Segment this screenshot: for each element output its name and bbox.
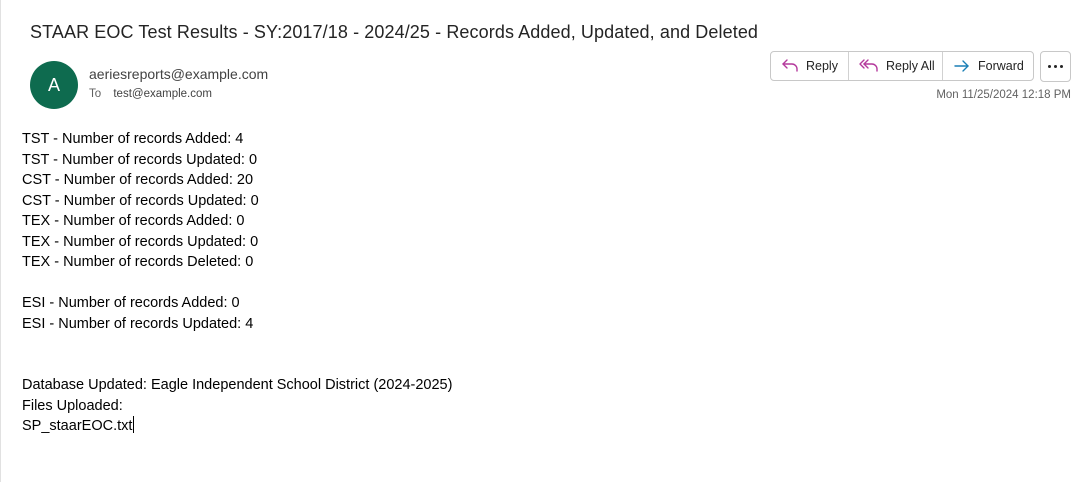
body-line: ESI - Number of records Updated: 4 bbox=[22, 315, 254, 332]
sender-address[interactable]: aeriesreports@example.com bbox=[89, 66, 268, 82]
body-line: TST - Number of records Updated: 0 bbox=[22, 151, 258, 168]
body-line: TEX - Number of records Updated: 0 bbox=[22, 233, 259, 250]
reply-all-icon bbox=[859, 58, 879, 74]
body-line: ESI - Number of records Added: 0 bbox=[22, 295, 240, 311]
email-subject: STAAR EOC Test Results - SY:2017/18 - 20… bbox=[30, 22, 759, 42]
reply-all-label: Reply All bbox=[886, 59, 935, 73]
email-reading-pane: STAAR EOC Test Results - SY:2017/18 - 20… bbox=[0, 0, 1089, 482]
forward-label: Forward bbox=[978, 59, 1024, 73]
reply-label: Reply bbox=[806, 59, 838, 73]
attachment-filename: SP_staarEOC.txt bbox=[22, 418, 133, 434]
forward-button[interactable]: Forward bbox=[943, 52, 1033, 80]
reply-button[interactable]: Reply bbox=[771, 52, 849, 80]
sender-avatar[interactable]: A bbox=[30, 61, 78, 109]
more-horizontal-icon bbox=[1048, 65, 1051, 68]
body-line-with-caret: SP_staarEOC.txt bbox=[22, 416, 452, 437]
message-body[interactable]: TST - Number of records Added: 4 TST - N… bbox=[22, 129, 452, 437]
body-line: CST - Number of records Updated: 0 bbox=[22, 192, 259, 209]
recipient-address[interactable]: test@example.com bbox=[113, 88, 212, 100]
reply-icon bbox=[781, 58, 799, 74]
reply-all-button[interactable]: Reply All bbox=[849, 52, 943, 80]
recipient-line: To test@example.com bbox=[89, 88, 212, 100]
message-timestamp: Mon 11/25/2024 12:18 PM bbox=[936, 89, 1071, 101]
body-line: CST - Number of records Added: 20 bbox=[22, 172, 254, 188]
body-line: Database Updated: Eagle Independent Scho… bbox=[22, 377, 453, 393]
body-line: TEX - Number of records Added: 0 bbox=[22, 213, 245, 229]
body-line: TEX - Number of records Deleted: 0 bbox=[22, 254, 254, 270]
body-line: TST - Number of records Added: 4 bbox=[22, 131, 244, 147]
text-caret bbox=[133, 416, 135, 433]
forward-icon bbox=[953, 58, 971, 74]
to-label: To bbox=[89, 88, 102, 100]
more-actions-button[interactable] bbox=[1040, 51, 1071, 82]
message-actions-group: Reply Reply All Forward bbox=[770, 51, 1034, 81]
body-line: Files Uploaded: bbox=[22, 397, 123, 414]
